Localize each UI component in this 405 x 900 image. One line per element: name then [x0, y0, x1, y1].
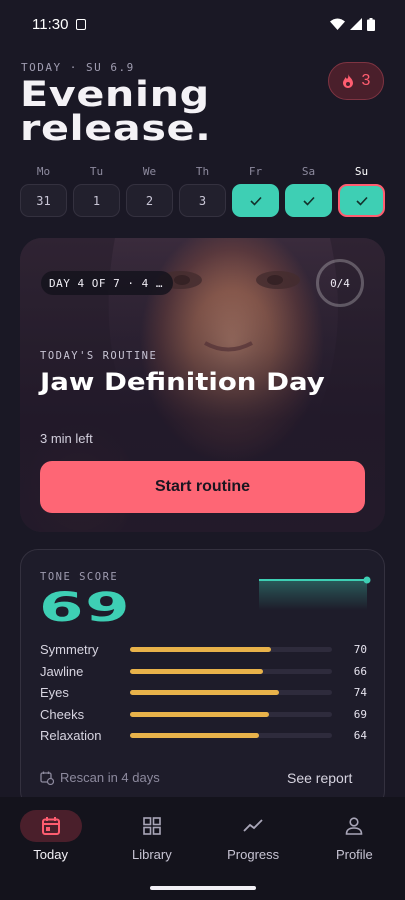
nav-label: Progress — [227, 847, 280, 862]
metric-value: 66 — [353, 664, 367, 678]
week-day[interactable]: Mo 31 — [20, 164, 67, 217]
metric-bar-fill — [130, 711, 270, 717]
week-day[interactable]: Tu 1 — [73, 164, 120, 217]
nav-label: Today — [33, 847, 68, 862]
steps-progress-ring: 0/4 — [316, 259, 364, 307]
week-day-label: Sa — [301, 165, 316, 178]
week-day-number: 1 — [73, 184, 120, 217]
signal-icon — [350, 18, 362, 30]
see-report-link[interactable]: See report — [287, 770, 352, 786]
routine-card[interactable]: DAY 4 OF 7 · 4 … 0/4 TODAY'S ROUTINE Jaw… — [20, 238, 385, 532]
week-day[interactable]: Sa — [285, 164, 332, 217]
streak-badge[interactable]: 3 — [328, 62, 384, 100]
week-day-number: 31 — [20, 184, 67, 217]
routine-title: Jaw Definition Day — [40, 368, 325, 396]
metric-bar-track — [130, 711, 332, 717]
calendar-clock-icon — [40, 771, 54, 785]
date-line: TODAY · SU 6.9 — [21, 61, 135, 74]
nav-item-progress[interactable]: Progress — [203, 810, 304, 862]
week-day-number: 2 — [126, 184, 173, 217]
rescan-info: Rescan in 4 days — [40, 770, 160, 785]
metric-name: Eyes — [40, 685, 69, 701]
week-day-label: Tu — [89, 165, 104, 178]
tone-score-card: TONE SCORE 69 Symmetry 70 Jawline 66 Eyes 74 C… — [20, 549, 385, 809]
metric-row: Relaxation 64 — [40, 725, 367, 747]
week-day[interactable]: Su — [338, 164, 385, 217]
start-routine-button[interactable]: Start routine — [40, 461, 365, 513]
flame-icon — [342, 74, 353, 88]
week-day-label: We — [142, 165, 157, 178]
nav-item-profile[interactable]: Profile — [304, 810, 405, 862]
week-day-check — [232, 184, 279, 217]
metric-value: 74 — [353, 686, 367, 700]
nav-item-today[interactable]: Today — [0, 810, 101, 862]
day-progress-pill: DAY 4 OF 7 · 4 … — [41, 271, 173, 295]
battery-icon — [367, 17, 375, 31]
score-value: 69 — [39, 585, 132, 631]
metric-row: Symmetry 70 — [40, 639, 367, 661]
metric-value: 64 — [353, 729, 367, 743]
week-day-label: Fr — [248, 165, 263, 178]
metric-bar-fill — [130, 668, 264, 674]
check-icon — [302, 196, 315, 206]
week-day-number: 3 — [179, 184, 226, 217]
grid-icon — [121, 810, 183, 842]
metric-name: Jawline — [40, 663, 84, 679]
week-day-check — [285, 184, 332, 217]
metric-value: 70 — [353, 643, 367, 657]
metrics-list: Symmetry 70 Jawline 66 Eyes 74 Cheeks 69 Relaxat… — [40, 639, 367, 747]
metric-name: Symmetry — [40, 642, 99, 658]
wifi-icon — [330, 18, 345, 30]
rescan-text: Rescan in 4 days — [60, 770, 160, 785]
bottom-nav: Today Library Progress Profile — [0, 797, 405, 900]
check-icon — [249, 196, 262, 206]
week-strip: Mo 31 Tu 1 We 2 Th 3 Fr Sa Su — [20, 164, 385, 217]
metric-row: Eyes 74 — [40, 682, 367, 704]
trend-icon — [222, 810, 284, 842]
metric-bar-track — [130, 733, 332, 739]
metric-bar-track — [130, 647, 332, 653]
metric-bar-track — [130, 690, 332, 696]
metric-row: Cheeks 69 — [40, 704, 367, 726]
metric-bar-fill — [130, 690, 280, 696]
week-day-label: Su — [354, 165, 369, 178]
nav-item-library[interactable]: Library — [101, 810, 202, 862]
routine-eyebrow: TODAY'S ROUTINE — [40, 350, 158, 362]
screenshot-icon — [76, 18, 87, 30]
home-indicator[interactable] — [150, 886, 256, 890]
metric-bar-fill — [130, 647, 272, 653]
week-day[interactable]: Fr — [232, 164, 279, 217]
person-icon — [323, 810, 385, 842]
score-label: TONE SCORE — [40, 571, 119, 583]
metric-row: Jawline 66 — [40, 661, 367, 683]
check-icon — [355, 196, 368, 206]
week-day[interactable]: Th 3 — [179, 164, 226, 217]
status-bar: 11:30 — [0, 0, 405, 48]
metric-bar-track — [130, 668, 332, 674]
status-time: 11:30 — [32, 15, 69, 33]
nav-label: Library — [132, 847, 172, 862]
nav-label: Profile — [335, 847, 373, 862]
streak-count: 3 — [361, 72, 371, 89]
week-day-label: Mo — [36, 165, 51, 178]
page-title: Evening release. — [20, 75, 212, 149]
week-day-label: Th — [195, 165, 210, 178]
score-sparkline — [259, 576, 371, 610]
metric-value: 69 — [353, 707, 367, 721]
metric-name: Cheeks — [40, 706, 85, 722]
week-day-check — [338, 184, 385, 217]
metric-name: Relaxation — [40, 728, 102, 744]
week-day[interactable]: We 2 — [126, 164, 173, 217]
routine-time-left: 3 min left — [40, 431, 93, 446]
metric-bar-fill — [130, 733, 260, 739]
calendar-icon — [19, 810, 82, 842]
